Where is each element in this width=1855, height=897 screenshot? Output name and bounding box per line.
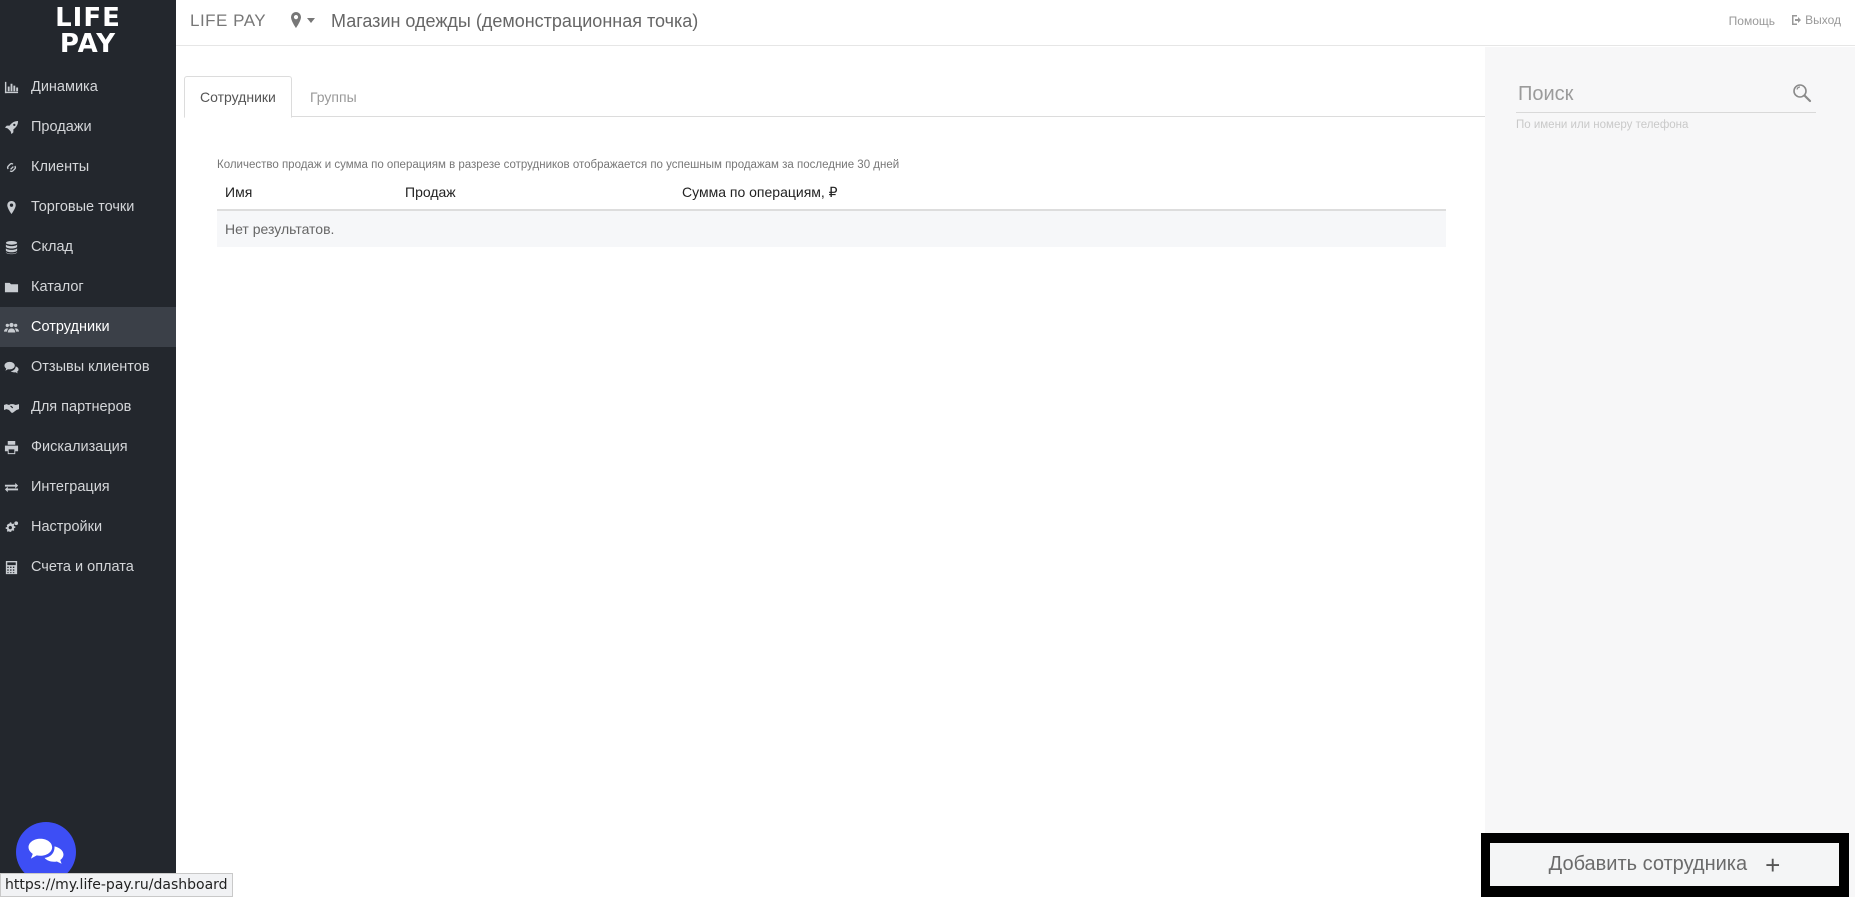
map-marker-icon	[0, 200, 31, 215]
exchange-icon	[0, 480, 31, 495]
plus-icon: +	[1765, 849, 1781, 880]
add-employee-label: Добавить сотрудника	[1548, 853, 1748, 875]
sidebar-item-integration[interactable]: Интеграция	[0, 467, 176, 507]
tab-groups[interactable]: Группы	[295, 76, 372, 117]
header-brand[interactable]: LIFE PAY	[190, 11, 266, 31]
sidebar-item-label: Сотрудники	[31, 319, 110, 335]
rocket-icon	[0, 120, 31, 135]
logo-line-1: LIFE	[55, 3, 121, 33]
folder-icon	[0, 280, 31, 295]
sidebar-item-sales[interactable]: Продажи	[0, 107, 176, 147]
sidebar-item-label: Каталог	[31, 279, 84, 295]
cogs-icon	[0, 520, 31, 535]
sidebar-item-label: Отзывы клиентов	[31, 359, 150, 375]
sidebar-item-label: Клиенты	[31, 159, 90, 175]
sign-out-icon	[1792, 15, 1802, 25]
sidebar-item-billing[interactable]: Счета и оплата	[0, 547, 176, 587]
table-header: Имя Продаж Сумма по операциям, ₽	[217, 179, 1446, 211]
employees-table: Имя Продаж Сумма по операциям, ₽ Нет рез…	[217, 179, 1446, 247]
sidebar-item-fiscal[interactable]: Фискализация	[0, 427, 176, 467]
info-note: Количество продаж и сумма по операциям в…	[217, 159, 900, 171]
column-header-sum[interactable]: Сумма по операциям, ₽	[682, 184, 838, 201]
calculator-icon	[0, 560, 31, 575]
handshake-icon	[0, 400, 31, 415]
sidebar-item-label: Настройки	[31, 519, 103, 535]
logo[interactable]: LIFE PAY	[0, 0, 176, 62]
search-box	[1516, 75, 1816, 113]
column-header-sales[interactable]: Продаж	[405, 184, 456, 200]
search-input[interactable]	[1518, 79, 1778, 109]
sidebar-item-clients[interactable]: Клиенты	[0, 147, 176, 187]
sidebar-item-label: Для партнеров	[31, 399, 132, 415]
bar-chart-icon	[0, 80, 31, 95]
sidebar-item-label: Торговые точки	[31, 199, 135, 215]
sidebar-item-warehouse[interactable]: Склад	[0, 227, 176, 267]
chevron-down-icon	[307, 17, 315, 23]
sidebar-item-settings[interactable]: Настройки	[0, 507, 176, 547]
sidebar-item-label: Продажи	[31, 119, 92, 135]
users-icon	[0, 320, 31, 335]
sidebar-nav: Динамика Продажи Клиенты Торговые точки …	[0, 67, 176, 587]
logout-link[interactable]: Выход	[1791, 13, 1841, 27]
logout-label: Выход	[1805, 13, 1841, 27]
sidebar: LIFE PAY Динамика Продажи Клиенты Торгов…	[0, 0, 176, 897]
table-empty-row: Нет результатов.	[217, 211, 1446, 247]
link-icon	[0, 160, 31, 175]
chat-bubbles-icon	[28, 838, 64, 864]
printer-icon	[0, 440, 31, 455]
add-employee-button[interactable]: Добавить сотрудника +	[1490, 843, 1839, 886]
sidebar-item-label: Склад	[31, 239, 73, 255]
sidebar-item-reviews[interactable]: Отзывы клиентов	[0, 347, 176, 387]
sidebar-item-catalog[interactable]: Каталог	[0, 267, 176, 307]
sidebar-item-label: Счета и оплата	[31, 559, 134, 575]
sidebar-item-label: Фискализация	[31, 439, 128, 455]
status-bar-url: https://my.life-pay.ru/dashboard	[0, 873, 233, 897]
database-icon	[0, 240, 31, 255]
search-icon[interactable]	[1792, 83, 1812, 103]
sidebar-item-label: Интеграция	[31, 479, 110, 495]
sidebar-item-label: Динамика	[31, 79, 98, 95]
tab-employees[interactable]: Сотрудники	[184, 76, 292, 118]
top-header: LIFE PAY Магазин одежды (демонстрационна…	[176, 0, 1855, 46]
help-link[interactable]: Помощь	[1729, 14, 1775, 28]
right-panel: По имени или номеру телефона	[1485, 47, 1855, 897]
store-name: Магазин одежды (демонстрационная точка)	[331, 11, 699, 31]
logo-line-2: PAY	[59, 29, 117, 59]
map-marker-icon	[291, 12, 301, 28]
search-hint: По имени или номеру телефона	[1516, 119, 1689, 131]
sidebar-item-stores[interactable]: Торговые точки	[0, 187, 176, 227]
sidebar-item-partners[interactable]: Для партнеров	[0, 387, 176, 427]
location-selector[interactable]	[290, 12, 315, 28]
add-employee-button-frame: Добавить сотрудника +	[1481, 833, 1849, 897]
sidebar-item-dynamics[interactable]: Динамика	[0, 67, 176, 107]
tabs: Сотрудники Группы	[184, 76, 1485, 118]
comments-icon	[0, 360, 31, 375]
sidebar-item-employees[interactable]: Сотрудники	[0, 307, 176, 347]
column-header-name[interactable]: Имя	[225, 184, 252, 200]
